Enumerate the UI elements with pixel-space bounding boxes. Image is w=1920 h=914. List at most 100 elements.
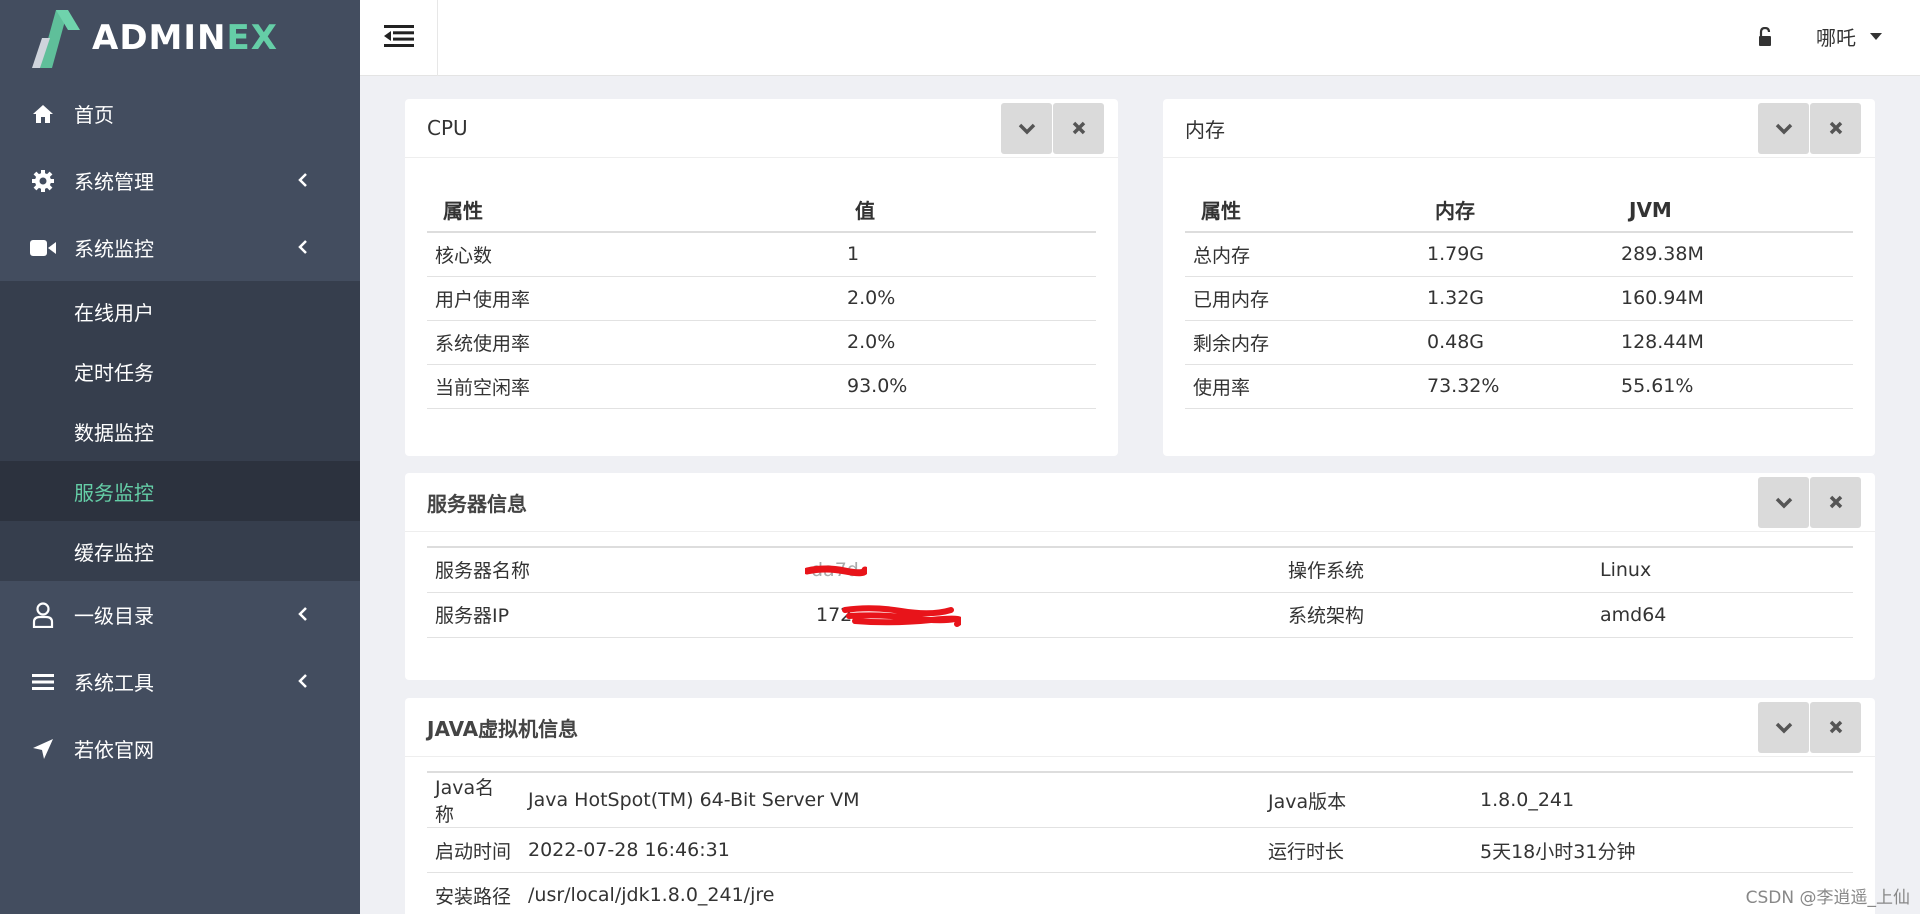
sidebar-item-system-tools[interactable]: 系统工具 bbox=[0, 648, 360, 715]
table-cell: 5天18小时31分钟 bbox=[1472, 827, 1853, 873]
watermark: CSDN @李逍遥_上仙 bbox=[1745, 888, 1910, 908]
table-cell: 73.32% bbox=[1419, 364, 1613, 409]
sidebar-item-system-management[interactable]: 系统管理 bbox=[0, 147, 360, 214]
sidebar-item-label: 系统工具 bbox=[74, 671, 154, 695]
gear-icon bbox=[30, 168, 56, 194]
sidebar-subitem-scheduled-tasks[interactable]: 定时任务 bbox=[0, 341, 360, 401]
chevron-left-icon bbox=[298, 603, 308, 627]
memory-panel: 内存 属性 内存 JVM 总内存 1.79G 289.38M 已用内存 1.32G 16… bbox=[1163, 99, 1875, 456]
table-cell: Linux bbox=[1592, 547, 1853, 593]
collapse-button[interactable] bbox=[1758, 702, 1809, 753]
column-header: 属性 bbox=[1185, 158, 1419, 233]
table-row: 剩余内存 0.48G 128.44M bbox=[1185, 320, 1853, 365]
chevron-left-icon bbox=[298, 236, 308, 260]
table-cell: 160.94M bbox=[1613, 276, 1853, 321]
brand-name: ADMINEX bbox=[92, 18, 278, 58]
table-row: 当前空闲率 93.0% bbox=[427, 364, 1096, 409]
server-info-panel: 服务器信息 服务器名称 da7d 操作系统 Linux 服务器IP 172. 系… bbox=[405, 473, 1875, 680]
table-row: 服务器名称 da7d 操作系统 Linux bbox=[427, 547, 1853, 593]
table-cell: 系统架构 bbox=[1280, 592, 1592, 638]
sidebar-item-home[interactable]: 首页 bbox=[0, 80, 360, 147]
close-icon bbox=[1829, 492, 1843, 514]
close-button[interactable] bbox=[1810, 477, 1861, 528]
top-header: 哪吒 bbox=[360, 0, 1920, 76]
table-row: Java名称 Java HotSpot(TM) 64-Bit Server VM… bbox=[427, 772, 1853, 828]
sidebar-subitem-cache-monitor[interactable]: 缓存监控 bbox=[0, 521, 360, 581]
collapse-button[interactable] bbox=[1001, 103, 1052, 154]
column-header: JVM bbox=[1613, 158, 1853, 233]
table-row: 安装路径 /usr/local/jdk1.8.0_241/jre bbox=[427, 872, 1853, 914]
jvm-info-panel: JAVA虚拟机信息 Java名称 Java HotSpot(TM) 64-Bit… bbox=[405, 698, 1875, 914]
table-cell: 1 bbox=[839, 232, 1096, 277]
close-button[interactable] bbox=[1053, 103, 1104, 154]
panel-header: CPU bbox=[405, 99, 1118, 158]
redacted-value: 172. bbox=[811, 604, 961, 627]
collapse-button[interactable] bbox=[1758, 477, 1809, 528]
table-cell: Java名称 bbox=[427, 772, 520, 828]
server-info-table: 服务器名称 da7d 操作系统 Linux 服务器IP 172. 系统架构 am… bbox=[427, 546, 1853, 638]
column-header: 属性 bbox=[427, 158, 839, 233]
table-cell: 操作系统 bbox=[1280, 547, 1592, 593]
table-cell: 0.48G bbox=[1419, 320, 1613, 365]
panel-header: 内存 bbox=[1163, 99, 1875, 158]
column-header: 值 bbox=[839, 158, 1096, 233]
panel-header: JAVA虚拟机信息 bbox=[405, 698, 1875, 757]
sidebar-item-system-monitor[interactable]: 系统监控 bbox=[0, 214, 360, 281]
table-cell: 128.44M bbox=[1613, 320, 1853, 365]
sidebar-subitem-online-users[interactable]: 在线用户 bbox=[0, 281, 360, 341]
collapse-button[interactable] bbox=[1758, 103, 1809, 154]
table-cell: 2.0% bbox=[839, 276, 1096, 321]
chevron-down-icon bbox=[1775, 118, 1793, 140]
table-cell: Java HotSpot(TM) 64-Bit Server VM bbox=[520, 772, 1260, 828]
brand-logo[interactable]: ADMINEX bbox=[0, 0, 360, 76]
sidebar-subitem-service-monitor[interactable]: 服务监控 bbox=[0, 461, 360, 521]
user-menu[interactable]: 哪吒 bbox=[1816, 22, 1882, 51]
sidebar-toggle-button[interactable] bbox=[360, 0, 438, 76]
close-icon bbox=[1829, 118, 1843, 140]
panel-title: 服务器信息 bbox=[427, 491, 527, 516]
unlock-icon bbox=[1757, 26, 1773, 52]
redacted-cell: 172. bbox=[803, 592, 1280, 638]
table-cell: 使用率 bbox=[1185, 364, 1419, 409]
outdent-icon bbox=[383, 24, 414, 52]
sidebar-item-label: 一级目录 bbox=[74, 604, 154, 628]
lock-screen-button[interactable] bbox=[1757, 26, 1773, 52]
close-button[interactable] bbox=[1810, 103, 1861, 154]
redaction-mark bbox=[805, 565, 867, 576]
user-name: 哪吒 bbox=[1816, 26, 1856, 50]
table-cell: 55.61% bbox=[1613, 364, 1853, 409]
panel-title: JAVA虚拟机信息 bbox=[427, 716, 579, 741]
home-icon bbox=[30, 101, 56, 127]
close-button[interactable] bbox=[1810, 702, 1861, 753]
caret-down-icon bbox=[1870, 33, 1882, 40]
table-row: 启动时间 2022-07-28 16:46:31 运行时长 5天18小时31分钟 bbox=[427, 827, 1853, 873]
table-cell: 1.8.0_241 bbox=[1472, 772, 1853, 828]
close-icon bbox=[1829, 717, 1843, 739]
table-cell: 运行时长 bbox=[1260, 827, 1472, 873]
table-cell bbox=[1260, 872, 1472, 914]
table-cell: 启动时间 bbox=[427, 827, 520, 873]
chevron-down-icon bbox=[1018, 118, 1036, 140]
table-cell: 1.32G bbox=[1419, 276, 1613, 321]
sidebar-item-ruoyi-website[interactable]: 若依官网 bbox=[0, 715, 360, 782]
table-cell: 93.0% bbox=[839, 364, 1096, 409]
sidebar-item-first-level-menu[interactable]: 一级目录 bbox=[0, 581, 360, 648]
table-cell: 总内存 bbox=[1185, 232, 1419, 277]
sidebar-subitem-data-monitor[interactable]: 数据监控 bbox=[0, 401, 360, 461]
table-row: 核心数 1 bbox=[427, 232, 1096, 277]
table-row: 系统使用率 2.0% bbox=[427, 320, 1096, 365]
chevron-left-icon bbox=[298, 169, 308, 193]
table-cell: 系统使用率 bbox=[427, 320, 839, 365]
panel-header: 服务器信息 bbox=[405, 473, 1875, 532]
sidebar: ADMINEX 首页 系统管理 系统监控 在线用户 定时任务 数据监控 服务监控… bbox=[0, 0, 360, 914]
logo-mark-icon bbox=[28, 8, 84, 68]
table-cell: 服务器IP bbox=[427, 592, 803, 638]
sidebar-item-label: 若依官网 bbox=[74, 738, 154, 762]
table-cell: 剩余内存 bbox=[1185, 320, 1419, 365]
redacted-cell: da7d bbox=[803, 547, 1280, 593]
table-cell: 已用内存 bbox=[1185, 276, 1419, 321]
bars-icon bbox=[30, 669, 56, 695]
table-cell: 2022-07-28 16:46:31 bbox=[520, 827, 1260, 873]
sidebar-item-label: 系统管理 bbox=[74, 170, 154, 194]
sidebar-item-label: 系统监控 bbox=[74, 237, 154, 261]
